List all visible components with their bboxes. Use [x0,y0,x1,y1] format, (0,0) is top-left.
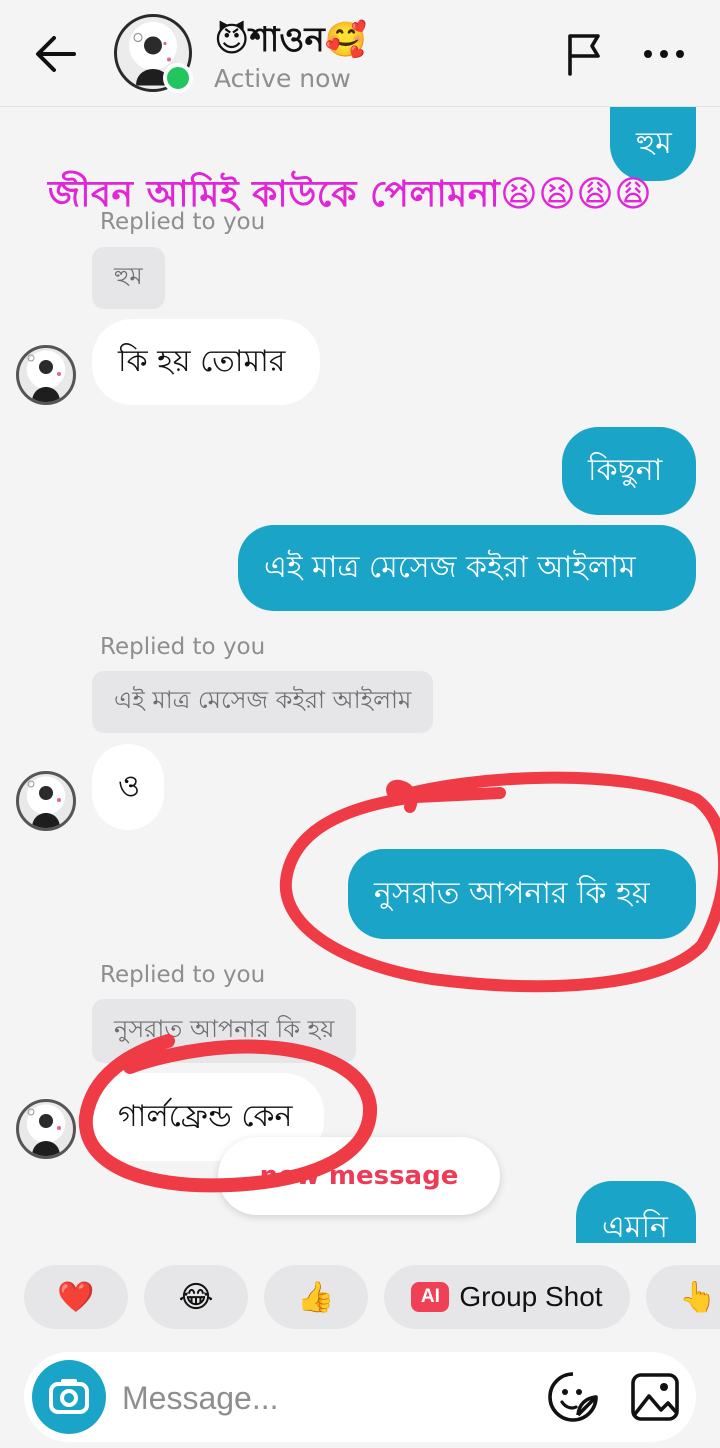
gallery-icon[interactable] [628,1370,682,1424]
thumbs-up-emoji-chip[interactable]: 👍 [264,1265,368,1329]
group-shot-chip[interactable]: AI Group Shot [384,1265,630,1329]
quoted-message[interactable]: এই মাত্র মেসেজ কইরা আইলাম [92,671,434,733]
joy-emoji-chip[interactable]: 😂 [144,1265,248,1329]
back-arrow-icon[interactable] [32,32,80,76]
quoted-message[interactable]: হুম [92,247,165,309]
pointing-up-emoji-chip[interactable]: 👆 [646,1265,720,1329]
more-horizontal-icon[interactable] [640,30,688,78]
quick-reaction-bar: ❤️ 😂 👍 AI Group Shot 👆 [0,1262,720,1334]
chat-header: 😈শাওন🥰 Active now [0,0,720,107]
active-status: Active now [214,64,351,93]
message-composer [24,1352,696,1442]
heart-emoji: ❤️ [57,1279,95,1315]
outgoing-message[interactable]: নুসরাত আপনার কি হয় [348,849,696,939]
new-message-pill[interactable]: new message [218,1137,500,1215]
online-status-dot [163,63,193,93]
sender-avatar[interactable] [16,771,76,831]
flag-icon[interactable] [560,30,608,78]
joy-emoji: 😂 [178,1279,214,1315]
contact-name[interactable]: 😈শাওন🥰 [214,14,367,71]
outgoing-message[interactable]: কিছুনা [562,427,696,515]
heart-emoji-chip[interactable]: ❤️ [24,1265,128,1329]
message-thread[interactable]: হুম Replied to you হুম কি হয় তোমার কিছু… [0,107,720,1243]
sticker-icon[interactable] [546,1370,600,1424]
thumbs-up-emoji: 👍 [297,1279,335,1315]
overlay-caption: জীবন আমিই কাউকে পেলামনা😫😫😩😩 [48,174,653,215]
quoted-message[interactable]: নুসরাত আপনার কি হয় [92,999,357,1063]
incoming-message[interactable]: কি হয় তোমার [92,319,320,405]
outgoing-message[interactable]: এমনি [576,1181,696,1243]
message-input[interactable] [120,1370,524,1426]
replied-label: Replied to you [100,634,266,660]
outgoing-message[interactable]: এই মাত্র মেসেজ কইরা আইলাম [238,525,696,611]
ai-badge: AI [411,1282,450,1312]
incoming-message[interactable]: ও [92,744,164,830]
replied-label: Replied to you [100,962,266,988]
sender-avatar[interactable] [16,1099,76,1159]
sender-avatar[interactable] [16,345,76,405]
pointing-up-emoji: 👆 [679,1279,717,1315]
camera-icon[interactable] [32,1360,106,1434]
group-shot-label: Group Shot [459,1281,603,1312]
